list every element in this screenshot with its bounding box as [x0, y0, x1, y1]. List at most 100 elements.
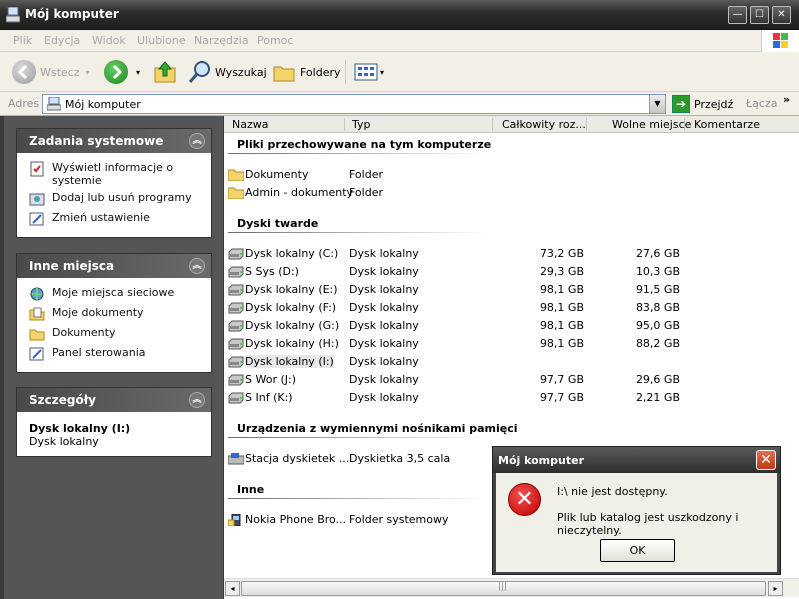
- task-change-setting-label: Zmień ustawienie: [52, 211, 150, 224]
- item-name: Admin - dokumenty: [245, 186, 354, 199]
- go-button[interactable]: ➔ Przejdź: [672, 95, 733, 113]
- my-computer-icon: [47, 97, 61, 111]
- item-name: Dokumenty: [245, 168, 309, 181]
- toolbar-separator: [345, 60, 346, 84]
- hard-drive-icon: [228, 266, 244, 278]
- item-type: Folder systemowy: [349, 513, 449, 526]
- search-button[interactable]: Wyszukaj: [187, 58, 267, 86]
- windows-logo-icon: [761, 30, 799, 52]
- hard-drive-icon: [228, 392, 244, 404]
- drive-row[interactable]: S Sys (D:) Dysk lokalny 29,3 GB 10,3 GB: [224, 263, 799, 281]
- drive-row[interactable]: Dysk lokalny (C:) Dysk lokalny 73,2 GB 27,6…: [224, 245, 799, 263]
- horizontal-scrollbar[interactable]: ◂ ||| ▸: [224, 578, 799, 597]
- drive-free-space: 27,6 GB: [635, 247, 680, 260]
- drive-row[interactable]: S Inf (K:) Dysk lokalny 97,7 GB 2,21 GB: [224, 389, 799, 407]
- place-my-documents[interactable]: Moje dokumenty: [17, 306, 211, 326]
- up-folder-button[interactable]: [152, 58, 178, 86]
- task-change-setting[interactable]: Zmień ustawienie: [17, 211, 211, 231]
- system-tasks-header[interactable]: Zadania systemowe ︽: [17, 129, 211, 153]
- column-name[interactable]: Nazwa: [232, 118, 268, 131]
- place-control-panel[interactable]: Panel sterowania: [17, 346, 211, 366]
- collapse-chevron-icon[interactable]: ︽: [189, 133, 205, 149]
- maximize-button[interactable]: ☐: [750, 6, 769, 24]
- scroll-right-button[interactable]: ▸: [768, 581, 783, 596]
- column-type[interactable]: Typ: [352, 118, 371, 131]
- drive-row[interactable]: S Wor (J:) Dysk lokalny 97,7 GB 29,6 GB: [224, 371, 799, 389]
- views-dropdown-icon[interactable]: ▾: [380, 68, 384, 77]
- views-button[interactable]: ▾: [354, 58, 384, 86]
- menu-file[interactable]: Plik: [13, 34, 32, 47]
- links-more-icon[interactable]: »: [783, 93, 790, 106]
- drive-name: S Wor (J:): [245, 373, 296, 386]
- group-removable: Urządzenia z wymiennymi nośnikami pamięc…: [237, 422, 518, 435]
- address-label: Adres: [8, 97, 40, 110]
- item-type: Dyskietka 3,5 cala: [349, 452, 451, 465]
- menu-view[interactable]: Widok: [92, 34, 126, 47]
- column-separator[interactable]: [344, 118, 345, 131]
- column-total-size[interactable]: Całkowity roz...: [502, 118, 586, 131]
- back-arrow-icon: [12, 60, 36, 84]
- column-free-space[interactable]: Wolne miejsce: [612, 118, 691, 131]
- address-field[interactable]: Mój komputer ▼: [42, 94, 666, 114]
- forward-dropdown-icon[interactable]: ▾: [136, 68, 140, 77]
- window-title: Mój komputer: [25, 7, 119, 21]
- drive-type: Dysk lokalny: [349, 337, 419, 350]
- menu-favorites[interactable]: Ulubione: [137, 34, 186, 47]
- dialog-close-button[interactable]: ✕: [756, 450, 776, 470]
- drive-row[interactable]: Dysk lokalny (F:) Dysk lokalny 98,1 GB 83,8…: [224, 299, 799, 317]
- drive-free-space: 88,2 GB: [635, 337, 680, 350]
- task-system-info[interactable]: Wyświetl informacje o systemie: [17, 161, 211, 189]
- drive-name: Dysk lokalny (H:): [245, 337, 339, 350]
- column-separator[interactable]: [684, 118, 685, 131]
- collapse-chevron-icon[interactable]: ︽: [189, 392, 205, 408]
- group-hard-drives: Dyski twarde: [237, 217, 319, 230]
- place-network[interactable]: Moje miejsca sieciowe: [17, 286, 211, 306]
- links-label[interactable]: Łącza: [746, 97, 778, 110]
- hard-drive-icon: [228, 338, 244, 350]
- title-bar: Mój komputer — ☐ ✕: [0, 0, 799, 30]
- forward-button[interactable]: ▾: [104, 58, 140, 86]
- details-panel: Szczegóły ︽ Dysk lokalny (I:) Dysk lokal…: [16, 387, 212, 457]
- control-panel-icon: [29, 347, 44, 361]
- task-add-remove-programs[interactable]: Dodaj lub usuń programy: [17, 191, 211, 211]
- drive-row[interactable]: Dysk lokalny (H:) Dysk lokalny 98,1 GB 88,2…: [224, 335, 799, 353]
- ok-button[interactable]: OK: [600, 539, 675, 562]
- back-dropdown-icon[interactable]: ▾: [86, 68, 90, 77]
- drive-free-space: 95,0 GB: [635, 319, 680, 332]
- drive-free-space: 10,3 GB: [635, 265, 680, 278]
- dialog-title-bar[interactable]: Mój komputer ✕: [493, 447, 780, 473]
- minimize-button[interactable]: —: [728, 6, 747, 24]
- column-separator[interactable]: [492, 118, 493, 131]
- details-header[interactable]: Szczegóły ︽: [17, 388, 211, 412]
- drive-name: Dysk lokalny (G:): [245, 319, 340, 332]
- column-separator[interactable]: [586, 118, 587, 131]
- menu-help[interactable]: Pomoc: [257, 34, 293, 47]
- folders-button[interactable]: Foldery: [272, 58, 341, 86]
- dialog-message-secondary: Plik lub katalog jest uszkodzony i niecz…: [557, 511, 739, 537]
- place-documents-label: Dokumenty: [52, 326, 116, 339]
- place-documents[interactable]: Dokumenty: [17, 326, 211, 346]
- collapse-chevron-icon[interactable]: ︽: [189, 258, 205, 274]
- drive-type: Dysk lokalny: [349, 283, 419, 296]
- menu-edit[interactable]: Edycja: [44, 34, 80, 47]
- group-stored-files: Pliki przechowywane na tym komputerze: [237, 138, 492, 151]
- list-item[interactable]: Dokumenty Folder: [224, 166, 799, 184]
- dialog-message-primary: I:\ nie jest dostępny.: [557, 485, 668, 498]
- other-places-header[interactable]: Inne miejsca ︽: [17, 254, 211, 278]
- list-item[interactable]: Admin - dokumenty Folder: [224, 184, 799, 202]
- drive-total-size: 97,7 GB: [539, 373, 584, 386]
- drive-row[interactable]: Dysk lokalny (E:) Dysk lokalny 98,1 GB 91,5…: [224, 281, 799, 299]
- menu-tools[interactable]: Narzędzia: [194, 34, 249, 47]
- address-dropdown-icon[interactable]: ▼: [649, 95, 665, 113]
- drive-row[interactable]: Dysk lokalny (I:) Dysk lokalny: [224, 353, 799, 371]
- drive-row[interactable]: Dysk lokalny (G:) Dysk lokalny 98,1 GB 95,0…: [224, 317, 799, 335]
- scroll-thumb[interactable]: |||: [241, 581, 766, 596]
- close-button[interactable]: ✕: [772, 6, 791, 24]
- drive-type: Dysk lokalny: [349, 247, 419, 260]
- column-comments[interactable]: Komentarze: [694, 118, 760, 131]
- scroll-left-button[interactable]: ◂: [225, 581, 240, 596]
- folder-icon: [228, 187, 244, 199]
- back-button[interactable]: Wstecz ▾: [12, 58, 90, 86]
- item-name: Stacja dyskietek ...: [245, 452, 350, 465]
- task-pane: Zadania systemowe ︽ Wyświetl informacje …: [4, 116, 223, 599]
